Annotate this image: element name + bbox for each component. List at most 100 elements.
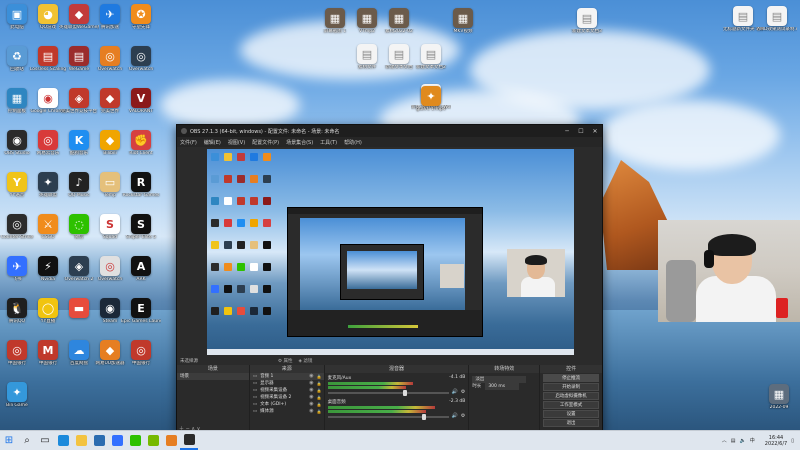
desktop-file[interactable]: ▦ 素材2022-02 — [382, 8, 416, 35]
eye-icon[interactable]: ◉ — [309, 373, 313, 380]
control-button[interactable]: 设置 — [543, 410, 599, 418]
desktop-icon[interactable]: ▬ — [62, 298, 96, 319]
desktop-icon[interactable]: V VALORANT — [124, 88, 158, 115]
eye-icon[interactable]: ◉ — [309, 387, 313, 394]
obs-window[interactable]: OBS 27.1.3 (64-bit, windows) - 配置文件: 未命名… — [176, 124, 603, 434]
volume-fader[interactable] — [327, 414, 449, 420]
edge-icon[interactable] — [54, 432, 72, 450]
desktop-file[interactable]: ▤无标题新文件夹 老哥测试.txt — [723, 6, 763, 33]
duration-input[interactable]: 300 ms — [485, 383, 520, 390]
network-icon[interactable]: ▤ — [731, 438, 736, 444]
control-button[interactable]: 启动虚拟摄像机 — [543, 392, 599, 400]
music-icon: ♪ — [69, 172, 89, 192]
clock[interactable]: 16:44 2022/6/7 — [765, 435, 787, 447]
lock-icon[interactable]: 🔒 — [317, 373, 322, 380]
system-tray: ︿ ▤ 🔈 中 16:44 2022/6/7 ▯ — [722, 435, 800, 447]
preview-mini-icon — [250, 175, 258, 183]
search-icon[interactable]: ⌕ — [18, 432, 36, 450]
lock-icon[interactable]: 🔒 — [317, 401, 322, 408]
lock-icon[interactable]: 🔒 — [317, 380, 322, 387]
source-item[interactable]: ▭ 显示器 ◉ 🔒 — [250, 380, 324, 387]
menu-item[interactable]: 配置文件(P) — [252, 139, 279, 146]
desktop-icon[interactable]: ◯ YY直播 — [31, 298, 65, 325]
desktop-file-label: gtaVC 1.mp4 — [416, 107, 446, 112]
feishu-icon[interactable] — [108, 432, 126, 450]
desktop-icon[interactable]: ◎ 中国银行 — [124, 340, 158, 367]
level-meter — [327, 386, 407, 389]
obs-docks: 场景 场景 ＋ − ∧ ∨ 来源 ▭ 音频 1 ◉ 🔒 ▭ 显示器 ◉ 🔒 ▭ 视频采集设备 ◉ 🔒 ▭… — [177, 365, 602, 433]
lock-icon[interactable]: 🔒 — [317, 394, 322, 401]
properties-button[interactable]: ⚙ 属性 — [278, 358, 292, 364]
transition-type-select[interactable]: 淡出 — [472, 376, 527, 383]
desktop-icon[interactable]: R Rockstar Games — [123, 172, 159, 199]
scene-item[interactable]: 场景 — [177, 373, 249, 380]
mail-icon[interactable] — [90, 432, 108, 450]
menu-item[interactable]: 场景集合(S) — [286, 139, 313, 146]
menu-item[interactable]: 工具(T) — [320, 139, 337, 146]
lock-icon[interactable]: 🔒 — [317, 408, 322, 415]
desktop-icon[interactable]: ✦ Bili Game — [0, 382, 34, 409]
control-button[interactable]: 开始录制 — [543, 383, 599, 391]
desktop-icon[interactable]: ✪ 守望先锋 — [124, 4, 158, 31]
wechat-icon[interactable] — [126, 432, 144, 450]
source-item[interactable]: ▭ 音频 1 ◉ 🔒 — [249, 373, 324, 380]
source-label: 文本 (GDI+) — [260, 402, 287, 407]
notification-icon[interactable]: ▯ — [791, 438, 794, 444]
source-item[interactable]: ▭ 文本 (GDI+) ◉ 🔒 — [250, 401, 324, 408]
eye-icon[interactable]: ◉ — [309, 380, 313, 387]
control-button[interactable]: 停止推流 — [543, 374, 599, 382]
ime-indicator[interactable]: 中 — [750, 437, 755, 444]
desktop-icon[interactable]: ◎ Overwatch — [124, 46, 158, 73]
desktop-icon[interactable]: S Sniper Elite 5 — [124, 214, 158, 241]
obs-title: OBS 27.1.3 (64-bit, windows) - 配置文件: 未命名… — [190, 128, 340, 135]
source-item[interactable]: ▭ 视频采集设备 2 ◉ 🔒 — [250, 394, 324, 401]
menu-item[interactable]: 文件(F) — [180, 139, 197, 146]
source-item[interactable]: ▭ 视频采集设备 ◉ 🔒 — [250, 387, 324, 394]
menu-item[interactable]: 帮助(H) — [344, 139, 362, 146]
desktop-file[interactable]: ▤AMD效果测试录制.mp4 — [757, 6, 797, 33]
menu-item[interactable]: 编辑(E) — [204, 139, 221, 146]
taskview-icon[interactable]: ▭ — [36, 432, 54, 450]
chevron-up-icon[interactable]: ︿ — [722, 437, 727, 444]
minimize-button[interactable]: ─ — [560, 128, 574, 135]
eye-icon[interactable]: ◉ — [309, 394, 313, 401]
feishu-icon: ✈ — [7, 256, 27, 276]
gear-icon[interactable]: ⚙ — [461, 389, 465, 395]
fader-knob[interactable] — [402, 390, 407, 396]
lock-icon[interactable]: 🔒 — [317, 387, 322, 394]
desktop-file[interactable]: ▤ 新建文本文档2 — [414, 44, 448, 71]
explorer-icon[interactable] — [72, 432, 90, 450]
obs-icon[interactable] — [180, 432, 198, 450]
control-button[interactable]: 退出 — [543, 419, 599, 427]
overwatch-icon: ◎ — [100, 46, 120, 66]
desktop-icon[interactable]: ✊ Riot Client — [124, 130, 158, 157]
obs-titlebar[interactable]: OBS 27.1.3 (64-bit, windows) - 配置文件: 未命名… — [177, 125, 602, 137]
gear-icon[interactable]: ⚙ — [461, 413, 465, 419]
desktop-file-bottom-right[interactable]: ▦ 2022-09 — [762, 384, 796, 411]
fader-knob[interactable] — [421, 414, 426, 420]
photos-icon[interactable] — [162, 432, 180, 450]
menu-item[interactable]: 视图(V) — [228, 139, 245, 146]
desktop-file[interactable]: ▦ MKV视频 — [446, 8, 480, 35]
desktop-icon[interactable]: EEpic Games Launcher — [121, 298, 161, 325]
maximize-button[interactable]: ☐ — [574, 128, 588, 135]
speaker-icon[interactable]: 🔊 — [452, 413, 458, 419]
nvidia-icon[interactable] — [144, 432, 162, 450]
control-button[interactable]: 工作室模式 — [543, 401, 599, 409]
document-icon: ▤ — [389, 44, 409, 64]
filters-button[interactable]: ◈ 滤镜 — [298, 358, 312, 364]
eye-icon[interactable]: ◉ — [309, 401, 313, 408]
volume-fader[interactable] — [327, 390, 449, 396]
volume-icon[interactable]: 🔈 — [740, 438, 746, 444]
eye-icon[interactable]: ◉ — [309, 408, 313, 415]
close-button[interactable]: ✕ — [588, 128, 602, 135]
desktop-icon[interactable]: A ARK — [124, 256, 158, 283]
desktop-file[interactable]: ✦ gtaVC 1.mp4 — [414, 86, 448, 113]
lol-icon: ✦ — [38, 172, 58, 192]
start-button[interactable]: ⊞ — [0, 432, 18, 450]
bank-icon: ◎ — [131, 340, 151, 360]
obs-preview[interactable] — [207, 149, 574, 355]
source-item[interactable]: ▭ 媒体源 ◉ 🔒 — [250, 408, 324, 415]
speaker-icon[interactable]: 🔊 — [452, 389, 458, 395]
desktop-file[interactable]: ▤ 新建文本文档3 — [570, 8, 604, 35]
